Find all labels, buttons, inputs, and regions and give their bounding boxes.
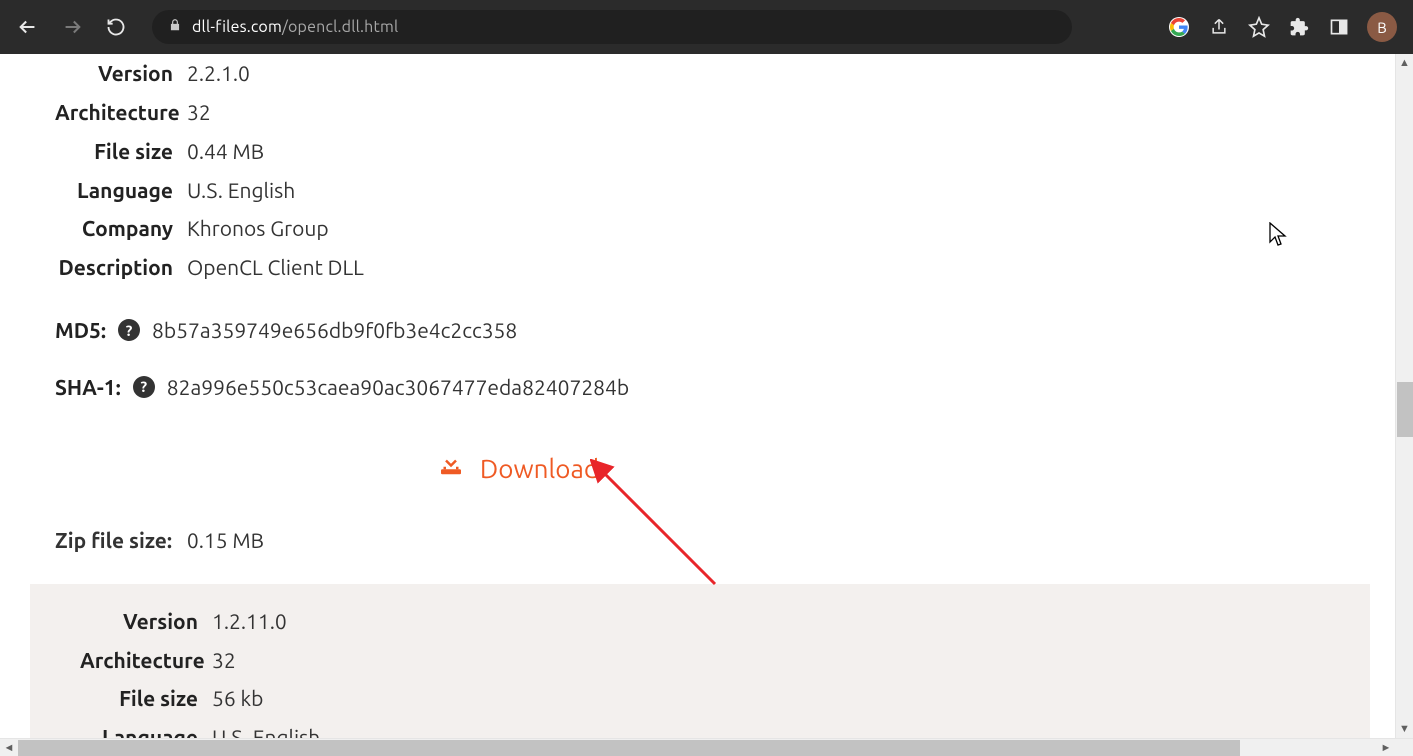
row-sha1: SHA-1: ? 82a996e550c53caea90ac3067477eda…	[55, 368, 1340, 407]
value-language-2: U.S. English	[212, 718, 320, 738]
download-icon	[436, 445, 466, 493]
google-icon[interactable]	[1167, 15, 1191, 39]
label-description: Description	[55, 248, 187, 287]
scroll-right-arrow[interactable]: ►	[1377, 739, 1395, 756]
scroll-down-arrow[interactable]: ▼	[1396, 720, 1413, 738]
toolbar-right: B	[1167, 12, 1403, 42]
horizontal-scrollbar[interactable]: ◄ ►	[0, 738, 1413, 756]
row-architecture-2: Architecture 32	[80, 641, 1370, 680]
scroll-up-arrow[interactable]: ▲	[1396, 54, 1413, 72]
url-domain: dll-files.com	[192, 18, 282, 36]
row-company: Company Khronos Group	[55, 209, 1340, 248]
label-md5: MD5:	[55, 311, 106, 350]
back-button[interactable]	[10, 9, 46, 45]
help-icon[interactable]: ?	[118, 319, 140, 341]
vertical-scrollbar[interactable]: ▲ ▼	[1395, 54, 1413, 738]
row-language: Language U.S. English	[55, 171, 1340, 210]
forward-button[interactable]	[54, 9, 90, 45]
label-language: Language	[80, 718, 212, 738]
label-file-size: File size	[55, 132, 187, 171]
label-architecture: Architecture	[80, 641, 212, 680]
download-label: Download	[480, 445, 599, 493]
value-file-size: 0.44 MB	[187, 132, 264, 171]
url-text: dll-files.com/opencl.dll.html	[192, 18, 398, 36]
label-version: Version	[55, 54, 187, 93]
row-file-size-2: File size 56 kb	[80, 679, 1370, 718]
row-language-2: Language U.S. English	[80, 718, 1370, 738]
avatar-letter: B	[1377, 19, 1387, 36]
value-sha1: 82a996e550c53caea90ac3067477eda82407284b	[167, 368, 629, 407]
value-zip-size: 0.15 MB	[187, 528, 264, 552]
row-version-2: Version 1.2.11.0	[80, 602, 1370, 641]
dll-entry-1: Version 2.2.1.0 Architecture 32 File siz…	[0, 54, 1370, 738]
profile-avatar[interactable]: B	[1367, 12, 1397, 42]
page-viewport: Version 2.2.1.0 Architecture 32 File siz…	[0, 54, 1413, 756]
browser-toolbar: dll-files.com/opencl.dll.html B	[0, 0, 1413, 54]
download-link[interactable]: Download	[55, 445, 1340, 493]
label-architecture: Architecture	[55, 93, 187, 132]
value-md5: 8b57a359749e656db9f0fb3e4c2cc358	[152, 311, 517, 350]
label-sha1: SHA-1:	[55, 368, 121, 407]
horizontal-scroll-thumb[interactable]	[18, 740, 1240, 756]
value-version: 2.2.1.0	[187, 54, 250, 93]
side-panel-icon[interactable]	[1327, 15, 1351, 39]
bookmark-star-icon[interactable]	[1247, 15, 1271, 39]
value-description: OpenCL Client DLL	[187, 248, 364, 287]
value-architecture: 32	[187, 93, 211, 132]
page-content: Version 2.2.1.0 Architecture 32 File siz…	[0, 54, 1370, 738]
row-description: Description OpenCL Client DLL	[55, 248, 1340, 287]
scroll-left-arrow[interactable]: ◄	[0, 739, 18, 756]
label-file-size: File size	[80, 679, 212, 718]
address-bar[interactable]: dll-files.com/opencl.dll.html	[152, 10, 1072, 44]
url-path: /opencl.dll.html	[282, 18, 398, 36]
row-architecture: Architecture 32	[55, 93, 1340, 132]
row-file-size: File size 0.44 MB	[55, 132, 1340, 171]
label-company: Company	[55, 209, 187, 248]
label-zip-size: Zip file size:	[55, 528, 172, 552]
vertical-scroll-thumb[interactable]	[1397, 382, 1413, 437]
label-version: Version	[80, 602, 212, 641]
value-company: Khronos Group	[187, 209, 329, 248]
reload-button[interactable]	[98, 9, 134, 45]
value-language: U.S. English	[187, 171, 295, 210]
value-architecture-2: 32	[212, 641, 236, 680]
dll-entry-2: Version 1.2.11.0 Architecture 32 File si…	[30, 584, 1370, 738]
row-zip-size: Zip file size: 0.15 MB	[55, 521, 1340, 560]
extensions-icon[interactable]	[1287, 15, 1311, 39]
row-version: Version 2.2.1.0	[55, 54, 1340, 93]
share-icon[interactable]	[1207, 15, 1231, 39]
lock-icon	[168, 18, 182, 36]
label-language: Language	[55, 171, 187, 210]
help-icon[interactable]: ?	[133, 376, 155, 398]
value-file-size-2: 56 kb	[212, 679, 263, 718]
value-version-2: 1.2.11.0	[212, 602, 287, 641]
row-md5: MD5: ? 8b57a359749e656db9f0fb3e4c2cc358	[55, 311, 1340, 350]
